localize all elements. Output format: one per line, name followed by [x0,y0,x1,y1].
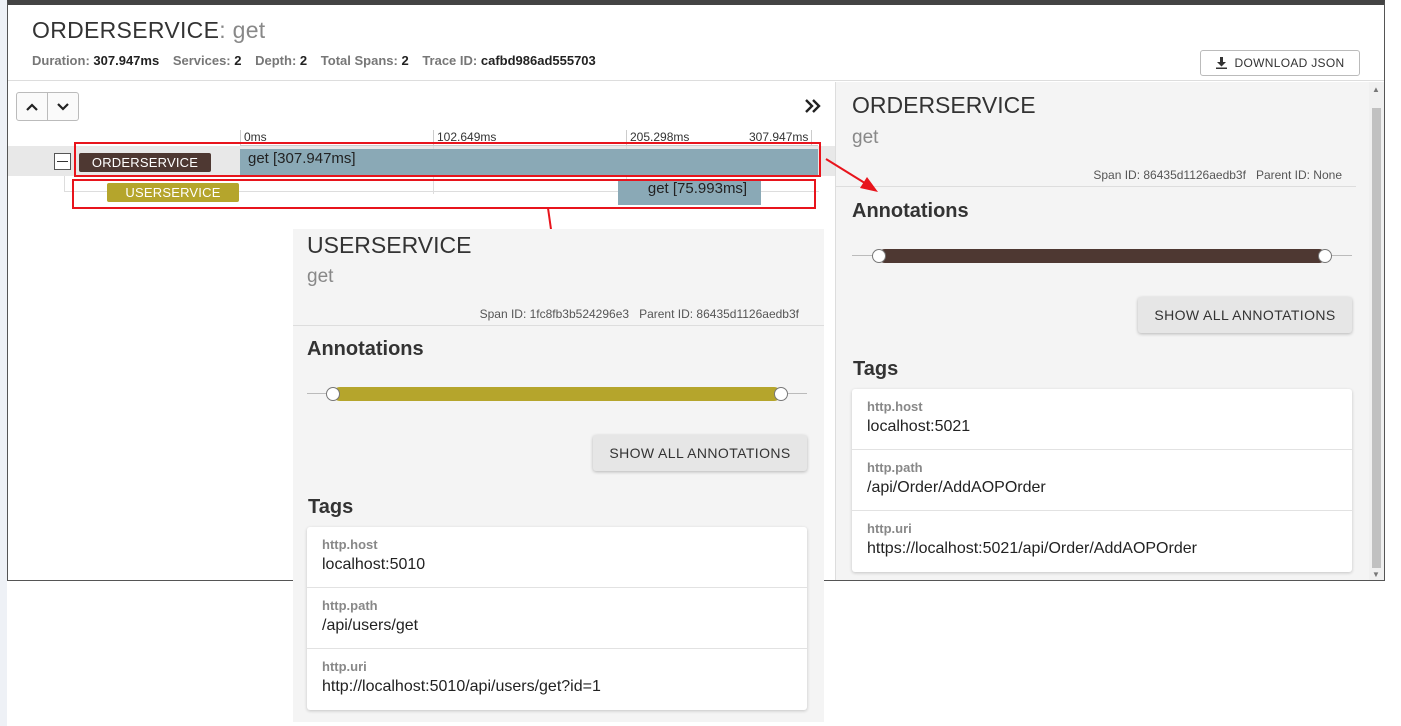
show-all-annotations-button[interactable]: SHOW ALL ANNOTATIONS [593,435,807,471]
tag-row: http.host localhost:5010 [307,527,807,588]
annotations-heading: Annotations [307,338,424,360]
detail-operation-name: get [307,266,334,287]
tag-row: http.path /api/users/get [307,588,807,649]
arrow-line [825,158,869,186]
tag-key: http.path [322,598,378,613]
annotation-dot[interactable] [326,387,340,401]
span-ids: Span ID: 1fc8fb3b524296e3 Parent ID: 864… [480,307,799,321]
tag-key: http.uri [322,659,367,674]
user-span-detail: USERSERVICE get Span ID: 1fc8fb3b524296e… [293,229,824,722]
tag-row: http.uri http://localhost:5010/api/users… [307,649,807,710]
span-id: Span ID: 1fc8fb3b524296e3 [479,307,630,321]
timeline-fill [333,387,781,401]
tag-key: http.host [322,537,378,552]
tags-heading: Tags [308,496,354,518]
detail-service-name: USERSERVICE [307,232,472,258]
arrow-head [860,177,878,192]
tag-value: localhost:5010 [322,556,426,573]
tags-list: http.host localhost:5010 http.path /api/… [307,527,807,710]
tag-value: /api/users/get [322,617,419,634]
divider [293,325,824,326]
annotation-timeline [307,387,807,401]
parent-id: Parent ID: 86435d1126aedb3f [639,307,799,321]
annotation-dot[interactable] [774,387,788,401]
tag-value: http://localhost:5010/api/users/get?id=1 [322,678,601,695]
